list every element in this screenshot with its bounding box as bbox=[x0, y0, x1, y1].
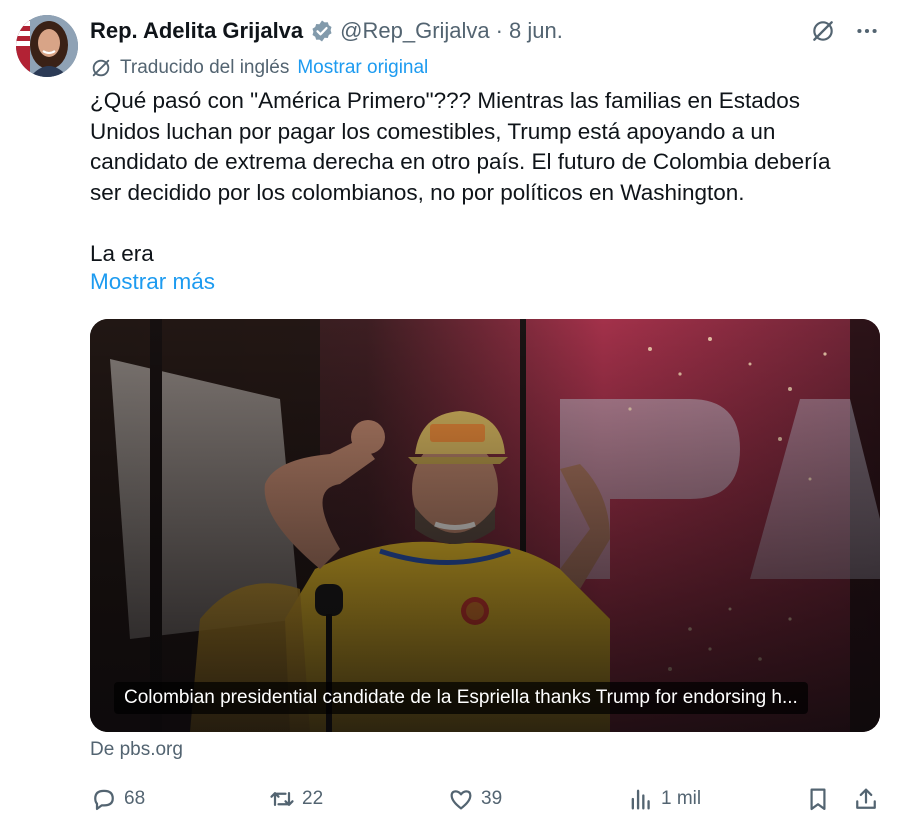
avatar[interactable] bbox=[16, 15, 78, 77]
like-button[interactable]: 39 bbox=[447, 784, 502, 814]
tweet-line: candidato de extrema derecha en otro paí… bbox=[90, 149, 831, 174]
grok-icon[interactable] bbox=[810, 18, 836, 44]
like-icon bbox=[447, 785, 475, 813]
translate-icon bbox=[90, 57, 112, 79]
bookmark-icon bbox=[804, 785, 832, 813]
repost-count: 22 bbox=[302, 788, 324, 809]
tweet-text: ¿Qué pasó con "América Primero"??? Mient… bbox=[90, 86, 880, 269]
avatar-image bbox=[16, 15, 78, 77]
handle[interactable]: @Rep_Grijalva bbox=[340, 18, 490, 44]
like-count: 39 bbox=[481, 788, 503, 809]
media-caption: Colombian presidential candidate de la E… bbox=[114, 682, 808, 714]
header-actions bbox=[810, 14, 880, 48]
reply-button[interactable]: 68 bbox=[90, 784, 145, 814]
tweet-line: La era bbox=[90, 240, 154, 266]
views-button[interactable]: 1 mil bbox=[627, 784, 701, 814]
repost-icon bbox=[268, 785, 296, 813]
reply-icon bbox=[90, 785, 118, 813]
separator-dot: · bbox=[495, 18, 503, 43]
link-card-media[interactable]: Colombian presidential candidate de la E… bbox=[90, 319, 880, 732]
display-name[interactable]: Rep. Adelita Grijalva bbox=[90, 18, 303, 44]
show-more-link[interactable]: Mostrar más bbox=[90, 269, 215, 295]
share-icon bbox=[852, 785, 880, 813]
news-photo bbox=[90, 319, 880, 732]
timestamp[interactable]: 8 jun. bbox=[509, 18, 563, 44]
tweet-line: Unidos luchan por pagar los comestibles,… bbox=[90, 118, 776, 144]
bookmark-button[interactable] bbox=[804, 784, 832, 814]
translation-label: Traducido del inglés bbox=[120, 57, 290, 78]
tweet-line: ¿Qué pasó con "América Primero"??? Mient… bbox=[90, 88, 801, 113]
repost-button[interactable]: 22 bbox=[268, 784, 323, 814]
reply-count: 68 bbox=[124, 788, 146, 809]
link-source[interactable]: De pbs.org bbox=[90, 739, 183, 761]
action-bar: 68 22 39 1 mil bbox=[90, 784, 882, 814]
tweet-line: ser decidido por los colombianos, no por… bbox=[90, 179, 745, 205]
views-icon bbox=[627, 785, 655, 813]
translation-notice: Traducido del inglés Mostrar original bbox=[90, 54, 428, 82]
more-icon[interactable] bbox=[854, 18, 880, 44]
views-count: 1 mil bbox=[661, 788, 702, 809]
show-original-link[interactable]: Mostrar original bbox=[297, 57, 428, 79]
share-button[interactable] bbox=[852, 784, 880, 814]
tweet-header: Rep. Adelita Grijalva @Rep_Grijalva · 8 … bbox=[90, 14, 880, 48]
verified-badge-icon[interactable] bbox=[310, 19, 334, 43]
